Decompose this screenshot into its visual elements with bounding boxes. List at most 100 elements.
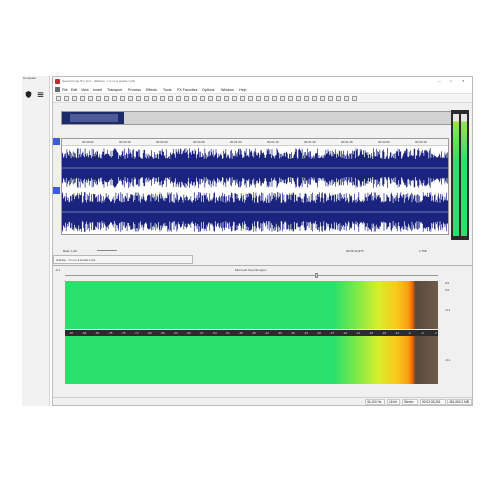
spectrum-scale-label: -18 [368,331,374,335]
document-icon [55,87,60,92]
spectrum-scale-label: -87 [69,331,74,335]
toolbar-button[interactable] [344,96,349,101]
toolbar-button[interactable] [336,96,341,101]
transport-status-row: Rate: 1,00 00:00:12,975 1:768 [61,247,449,254]
spectrum-scale-label: -51 [225,331,230,335]
toolbar-button[interactable] [168,96,173,101]
waveform-display[interactable]: 00:00:00 00:00:15 00:00:30 00:00:45 00:01:00… [61,138,449,235]
minimize-button[interactable]: — [438,79,441,83]
status-length: 00:02:33,261 [420,399,446,405]
ruler-time-label: 00:01:45 [341,140,353,144]
overview-bar[interactable] [61,111,457,125]
toolbar-button[interactable] [256,96,261,101]
menu-fx-favorites[interactable]: FX Favorites [177,88,197,92]
toolbar-button[interactable] [288,96,293,101]
status-sample-rate: 44,100 Hz [365,399,385,405]
rate-slider[interactable] [97,250,117,251]
toolbar-button[interactable] [56,96,61,101]
toolbar-button[interactable] [264,96,269,101]
spectrum-right-label-4: -0.1 [445,358,451,362]
spectrum-scale-label: -60 [186,331,191,335]
maximize-button[interactable]: □ [450,79,452,83]
left-taskbar: Computer [22,76,50,406]
spectrum-scale-label: -33 [303,331,308,335]
toolbar-button[interactable] [64,96,69,101]
app-logo-icon [55,79,60,84]
sound-forge-window: Sound Forge Pro 11.0 - [HipHop - I'm on … [52,76,473,406]
toolbar-button[interactable] [128,96,133,101]
spectrum-scale-label: -6 [420,331,424,335]
toolbar-button[interactable] [176,96,181,101]
screenshot-frame: Computer Sound Forge Pro 11.0 - [HipHop … [0,0,495,495]
menu-help[interactable]: Help [239,88,246,92]
menu-options[interactable]: Options [202,88,214,92]
toolbar-button[interactable] [296,96,301,101]
spectrum-scale-label: -27 [329,331,335,335]
position-readout: 00:00:12,975 [346,249,364,253]
spectrum-slider[interactable] [65,275,438,276]
toolbar-button[interactable] [328,96,333,101]
spectrum-scale-label: -66 [160,331,165,335]
menu-edit[interactable]: Edit [71,88,77,92]
toolbar-button[interactable] [216,96,221,101]
menu-tools[interactable]: Tools [163,88,171,92]
toolbar-button[interactable] [208,96,213,101]
toolbar-button[interactable] [304,96,309,101]
time-ruler: 00:00:00 00:00:15 00:00:30 00:00:45 00:01:00… [62,139,448,146]
spectrum-scale-label: -81 [95,331,100,335]
taskbar-label: Computer [23,76,37,80]
spectrum-scale-label: -69 [147,331,152,335]
toolbar-button[interactable] [152,96,157,101]
toolbar-button[interactable] [192,96,197,101]
toolbar [53,94,472,103]
menu-view[interactable]: View [81,88,89,92]
menu-transport[interactable]: Transport [107,88,122,92]
ruler-time-label: 00:00:00 [82,140,94,144]
ruler-time-label: 00:01:30 [304,140,316,144]
stereo-waveform[interactable] [62,146,448,235]
shield-icon[interactable] [25,85,32,98]
menu-file[interactable]: File [62,88,68,92]
ruler-time-label: 00:00:30 [156,140,168,144]
toolbar-button[interactable] [88,96,93,101]
spectrum-panel: -0.1 Microsoft Soundmapper -87 -84 -81 -78 -… [53,265,472,405]
toolbar-button[interactable] [200,96,205,101]
status-bit-depth: 16 bit [387,399,400,405]
document-tab[interactable]: HipHop - I'm on a Hustle.mp3 [53,255,193,264]
toolbar-button[interactable] [112,96,117,101]
ruler-time-label: 00:00:45 [193,140,205,144]
menu-window[interactable]: Window [221,88,234,92]
toolbar-button[interactable] [320,96,325,101]
toolbar-button[interactable] [272,96,277,101]
toolbar-button[interactable] [160,96,165,101]
status-bar: 44,100 Hz 16 bit Stereo 00:02:33,261 451… [53,397,472,405]
channel-2-button[interactable] [53,187,60,194]
menu-process[interactable]: Process [128,88,141,92]
toolbar-button[interactable] [312,96,317,101]
toolbar-button[interactable] [136,96,141,101]
toolbar-button[interactable] [96,96,101,101]
toolbar-button[interactable] [224,96,229,101]
menu-effects[interactable]: Effects [146,88,157,92]
spectrum-scale-label: -24 [342,331,348,335]
toolbar-button[interactable] [352,96,357,101]
spectrum-scale-label: -3 [434,331,437,335]
channel-1-button[interactable] [53,138,60,145]
toolbar-button[interactable] [80,96,85,101]
title-bar: Sound Forge Pro 11.0 - [HipHop - I'm on … [53,77,472,86]
toolbar-button[interactable] [104,96,109,101]
toolbar-button[interactable] [184,96,189,101]
spectrum-slider-thumb[interactable] [315,273,318,278]
ruler-time-label: 00:01:00 [230,140,242,144]
toolbar-button[interactable] [280,96,285,101]
toolbar-button[interactable] [232,96,237,101]
menu-insert[interactable]: Insert [93,88,102,92]
level-meter-bar [453,114,459,236]
toolbar-button[interactable] [72,96,77,101]
toolbar-button[interactable] [120,96,125,101]
hamburger-icon[interactable] [37,85,44,97]
close-button[interactable]: ✕ [462,79,465,83]
toolbar-button[interactable] [144,96,149,101]
toolbar-button[interactable] [240,96,245,101]
toolbar-button[interactable] [248,96,253,101]
